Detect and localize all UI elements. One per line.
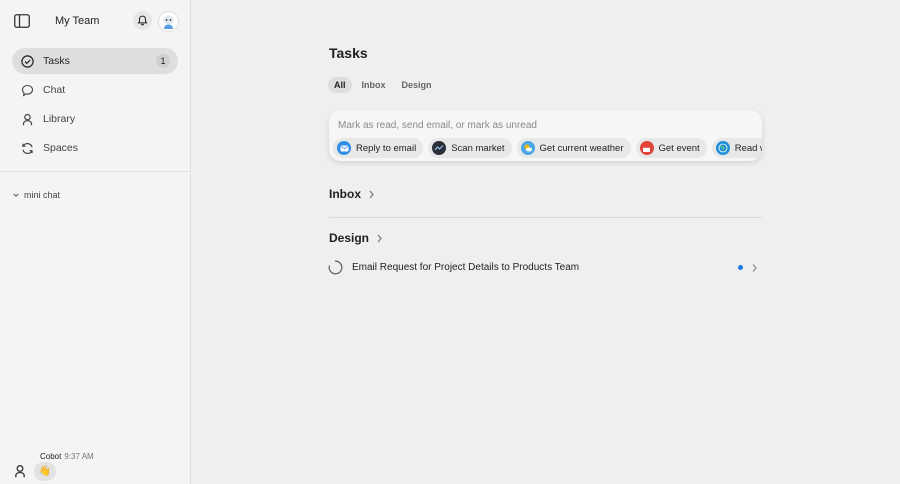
- avatar[interactable]: [158, 11, 179, 32]
- task-row[interactable]: Email Request for Project Details to Pro…: [328, 259, 762, 277]
- scan-market-chip[interactable]: Scan market: [428, 138, 512, 158]
- read-web-page-chip[interactable]: Read web page: [711, 138, 762, 158]
- chip-label: Scan market: [451, 142, 505, 154]
- message-bubble[interactable]: 👋: [34, 462, 56, 481]
- unread-indicator: [738, 265, 743, 270]
- person-icon[interactable]: [13, 464, 27, 478]
- sidebar-item-tasks[interactable]: Tasks 1: [12, 48, 178, 74]
- sidebar-item-label: Tasks: [43, 55, 70, 67]
- get-event-chip[interactable]: Get event: [635, 138, 707, 158]
- page-title: Tasks: [329, 45, 368, 61]
- command-panel: Reply to email Scan market Get current w…: [329, 110, 762, 161]
- sidebar-divider: [0, 171, 190, 172]
- chevron-right-icon: [369, 190, 374, 198]
- sidebar-toggle-icon[interactable]: [14, 14, 30, 28]
- notifications-button[interactable]: [133, 11, 152, 30]
- chevron-right-icon[interactable]: [751, 263, 758, 273]
- mail-icon: [337, 141, 351, 155]
- chip-label: Read web page: [734, 142, 762, 154]
- mini-chat-toggle[interactable]: mini chat: [13, 190, 60, 200]
- chip-label: Get event: [658, 142, 700, 154]
- globe-dark-icon: [432, 141, 447, 155]
- get-current-weather-chip[interactable]: Get current weather: [516, 138, 631, 158]
- chat-message-meta: Cobot 9:37 AM: [40, 452, 94, 461]
- section-divider: [329, 217, 762, 218]
- chip-label: Get current weather: [539, 142, 624, 154]
- chevron-down-icon: [13, 193, 19, 197]
- sidebar-item-label: Spaces: [43, 142, 79, 154]
- command-input[interactable]: [338, 119, 748, 131]
- action-chips: Reply to email Scan market Get current w…: [333, 138, 762, 158]
- bot-avatar-icon: [163, 15, 174, 29]
- chat-bubble-icon: [21, 84, 34, 97]
- person-icon: [21, 113, 34, 126]
- section-title: Inbox: [329, 187, 361, 201]
- tab-inbox[interactable]: Inbox: [356, 77, 392, 93]
- sidebar-item-library[interactable]: Library: [12, 106, 178, 132]
- globe-icon: [715, 141, 730, 155]
- mini-chat-label: mini chat: [24, 190, 61, 200]
- chevron-right-icon: [377, 234, 382, 242]
- message-sender: Cobot: [40, 452, 62, 461]
- filter-tabs: All Inbox Design: [328, 77, 438, 93]
- section-inbox[interactable]: Inbox: [329, 187, 375, 201]
- team-name[interactable]: My Team: [55, 15, 99, 27]
- chip-label: Reply to email: [356, 142, 417, 154]
- section-design[interactable]: Design: [329, 231, 383, 245]
- reply-to-email-chip[interactable]: Reply to email: [333, 138, 424, 158]
- tab-all[interactable]: All: [328, 77, 352, 93]
- weather-icon: [520, 141, 535, 155]
- sidebar-nav: Tasks 1 Chat Library Spaces: [12, 48, 178, 164]
- refresh-icon: [21, 142, 34, 155]
- tab-design[interactable]: Design: [396, 77, 438, 93]
- loading-spinner-icon: [328, 260, 343, 275]
- section-title: Design: [329, 231, 370, 245]
- message-time: 9:37 AM: [64, 452, 94, 461]
- bell-icon: [137, 15, 148, 26]
- sidebar-item-spaces[interactable]: Spaces: [12, 135, 178, 161]
- sidebar-item-label: Chat: [43, 84, 66, 96]
- sidebar-header: My Team: [0, 0, 190, 42]
- calendar-icon: [639, 141, 654, 155]
- main-content: Tasks All Inbox Design Reply to email Sc…: [191, 0, 900, 484]
- task-title: Email Request for Project Details to Pro…: [352, 262, 580, 273]
- sidebar-item-label: Library: [43, 113, 76, 125]
- check-circle-icon: [21, 54, 34, 68]
- sidebar: My Team Tasks 1 Chat Library Spaces mini…: [0, 0, 191, 484]
- sidebar-item-chat[interactable]: Chat: [12, 77, 178, 103]
- count-badge: 1: [156, 54, 170, 68]
